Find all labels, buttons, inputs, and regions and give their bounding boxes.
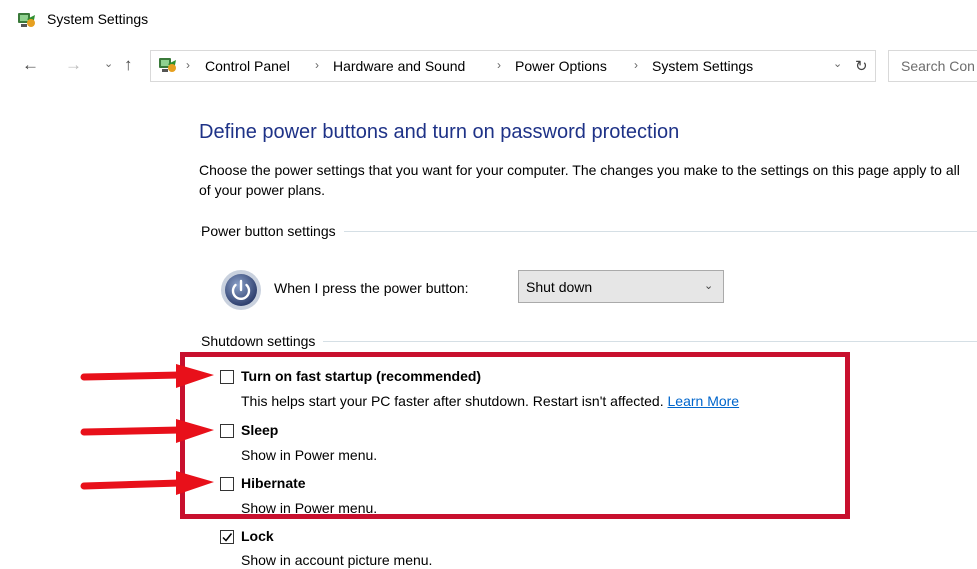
breadcrumb-separator-icon[interactable]: › xyxy=(315,58,319,72)
page-heading: Define power buttons and turn on passwor… xyxy=(199,121,680,143)
refresh-icon[interactable]: ↻ xyxy=(855,57,868,75)
breadcrumb-separator-icon[interactable]: › xyxy=(634,58,638,72)
recent-locations-chevron-icon[interactable]: ⌄ xyxy=(104,57,113,70)
power-button-action-value[interactable]: Shut down xyxy=(526,279,592,295)
red-arrow-icon xyxy=(80,419,214,443)
search-box[interactable] xyxy=(888,50,977,82)
forward-arrow-icon[interactable]: → xyxy=(65,55,82,75)
breadcrumb-separator-icon[interactable]: › xyxy=(186,58,190,72)
chevron-down-icon[interactable]: ⌄ xyxy=(704,279,713,292)
highlight-box xyxy=(180,352,850,519)
window-title: System Settings xyxy=(47,11,149,27)
checkmark-icon xyxy=(222,533,233,542)
power-options-app-icon xyxy=(18,13,35,27)
breadcrumb-hardware-and-sound[interactable]: Hardware and Sound xyxy=(333,58,465,74)
power-button-action-label: When I press the power button: xyxy=(274,280,469,296)
back-arrow-icon[interactable]: ← xyxy=(22,55,39,75)
address-dropdown-chevron-icon[interactable]: ⌄ xyxy=(833,57,842,70)
lock-checkbox[interactable] xyxy=(220,530,234,544)
red-arrow-icon xyxy=(80,364,214,388)
breadcrumb-control-panel[interactable]: Control Panel xyxy=(205,58,290,74)
shutdown-section-title: Shutdown settings xyxy=(201,333,324,349)
breadcrumb-separator-icon[interactable]: › xyxy=(497,58,501,72)
page-description: Choose the power settings that you want … xyxy=(199,162,960,198)
control-panel-icon xyxy=(159,58,176,72)
red-arrow-icon xyxy=(80,471,214,495)
up-arrow-icon[interactable]: ↑ xyxy=(124,55,133,75)
power-button-icon xyxy=(221,270,261,310)
lock-label[interactable]: Lock xyxy=(241,528,274,544)
lock-description: Show in account picture menu. xyxy=(241,552,433,568)
breadcrumb-power-options[interactable]: Power Options xyxy=(515,58,607,74)
power-button-section-title: Power button settings xyxy=(201,223,344,239)
search-input[interactable] xyxy=(889,51,977,81)
breadcrumb-system-settings[interactable]: System Settings xyxy=(652,58,753,74)
